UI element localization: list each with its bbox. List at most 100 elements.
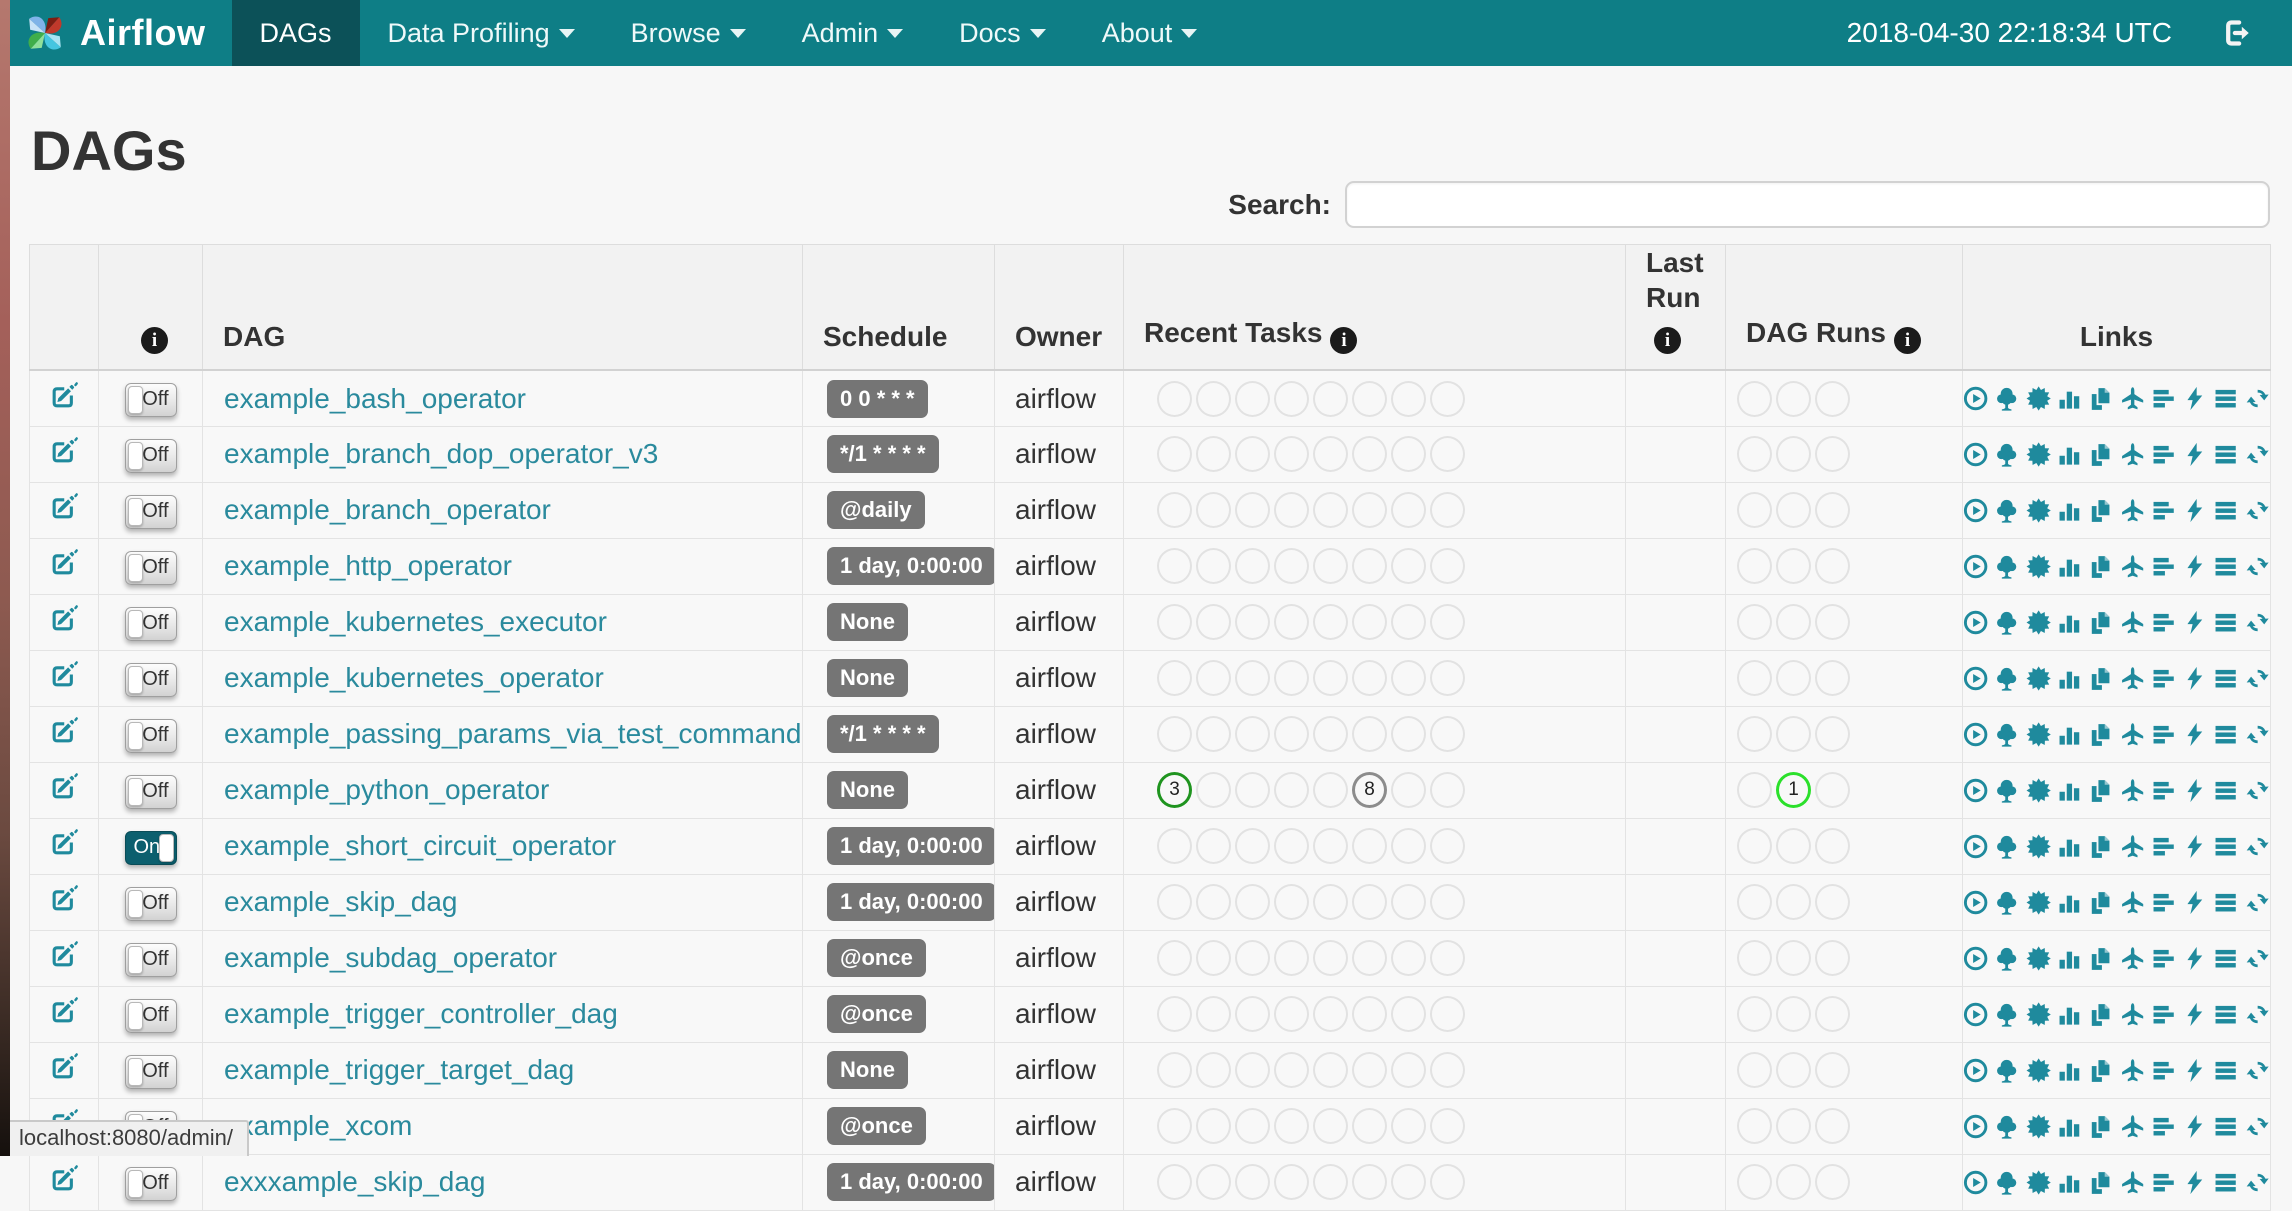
logs-icon[interactable]: [2213, 1169, 2238, 1196]
refresh-icon[interactable]: [2245, 553, 2270, 580]
info-icon[interactable]: i: [141, 327, 168, 355]
tree-view-icon[interactable]: [1994, 441, 2019, 468]
trigger-dag-icon[interactable]: [1963, 721, 1989, 748]
task-duration-icon[interactable]: [2057, 1001, 2082, 1028]
landing-times-icon[interactable]: [2120, 777, 2145, 804]
trigger-dag-icon[interactable]: [1963, 665, 1989, 692]
task-duration-icon[interactable]: [2057, 1113, 2082, 1140]
refresh-icon[interactable]: [2245, 1001, 2270, 1028]
graph-view-icon[interactable]: [2026, 889, 2051, 916]
task-tries-icon[interactable]: [2088, 1113, 2113, 1140]
code-view-icon[interactable]: [2182, 945, 2207, 972]
gantt-icon[interactable]: [2151, 833, 2176, 860]
landing-times-icon[interactable]: [2120, 553, 2145, 580]
gantt-icon[interactable]: [2151, 1113, 2176, 1140]
task-tries-icon[interactable]: [2088, 553, 2113, 580]
tree-view-icon[interactable]: [1994, 665, 2019, 692]
landing-times-icon[interactable]: [2120, 1001, 2145, 1028]
refresh-icon[interactable]: [2245, 721, 2270, 748]
task-tries-icon[interactable]: [2088, 945, 2113, 972]
graph-view-icon[interactable]: [2026, 497, 2051, 524]
dag-name-link[interactable]: exxxample_skip_dag: [204, 1166, 486, 1198]
graph-view-icon[interactable]: [2026, 441, 2051, 468]
landing-times-icon[interactable]: [2120, 945, 2145, 972]
edit-dag-icon[interactable]: [49, 435, 80, 466]
nav-item-about[interactable]: About: [1074, 0, 1226, 66]
landing-times-icon[interactable]: [2120, 889, 2145, 916]
logs-icon[interactable]: [2213, 609, 2238, 636]
trigger-dag-icon[interactable]: [1963, 1169, 1989, 1196]
task-tries-icon[interactable]: [2088, 1001, 2113, 1028]
logs-icon[interactable]: [2213, 441, 2238, 468]
logs-icon[interactable]: [2213, 665, 2238, 692]
logs-icon[interactable]: [2213, 889, 2238, 916]
code-view-icon[interactable]: [2182, 721, 2207, 748]
edit-dag-icon[interactable]: [49, 883, 80, 914]
refresh-icon[interactable]: [2245, 665, 2270, 692]
logs-icon[interactable]: [2213, 1113, 2238, 1140]
task-tries-icon[interactable]: [2088, 777, 2113, 804]
task-tries-icon[interactable]: [2088, 441, 2113, 468]
task-duration-icon[interactable]: [2057, 385, 2082, 412]
gantt-icon[interactable]: [2151, 721, 2176, 748]
task-tries-icon[interactable]: [2088, 497, 2113, 524]
task-tries-icon[interactable]: [2088, 889, 2113, 916]
logout-icon[interactable]: [2220, 16, 2254, 50]
dag-name-link[interactable]: example_short_circuit_operator: [204, 830, 616, 862]
task-tries-icon[interactable]: [2088, 609, 2113, 636]
dag-name-link[interactable]: example_trigger_target_dag: [204, 1054, 574, 1086]
gantt-icon[interactable]: [2151, 665, 2176, 692]
task-duration-icon[interactable]: [2057, 441, 2082, 468]
dag-name-link[interactable]: example_trigger_controller_dag: [204, 998, 618, 1030]
tree-view-icon[interactable]: [1994, 945, 2019, 972]
tree-view-icon[interactable]: [1994, 1001, 2019, 1028]
gantt-icon[interactable]: [2151, 945, 2176, 972]
graph-view-icon[interactable]: [2026, 721, 2051, 748]
task-tries-icon[interactable]: [2088, 665, 2113, 692]
dag-toggle-off[interactable]: Off: [124, 998, 177, 1033]
tree-view-icon[interactable]: [1994, 833, 2019, 860]
dag-name-link[interactable]: example_branch_dop_operator_v3: [204, 438, 658, 470]
graph-view-icon[interactable]: [2026, 609, 2051, 636]
code-view-icon[interactable]: [2182, 777, 2207, 804]
trigger-dag-icon[interactable]: [1963, 609, 1989, 636]
task-duration-icon[interactable]: [2057, 553, 2082, 580]
gantt-icon[interactable]: [2151, 553, 2176, 580]
code-view-icon[interactable]: [2182, 441, 2207, 468]
edit-dag-icon[interactable]: [49, 827, 80, 858]
task-duration-icon[interactable]: [2057, 497, 2082, 524]
dag-name-link[interactable]: example_http_operator: [204, 550, 512, 582]
edit-dag-icon[interactable]: [49, 491, 80, 522]
dag-run-circle-count[interactable]: 1: [1776, 772, 1811, 809]
trigger-dag-icon[interactable]: [1963, 553, 1989, 580]
logs-icon[interactable]: [2213, 1001, 2238, 1028]
edit-dag-icon[interactable]: [49, 659, 80, 690]
refresh-icon[interactable]: [2245, 441, 2270, 468]
dag-toggle-on[interactable]: On: [124, 830, 177, 865]
refresh-icon[interactable]: [2245, 497, 2270, 524]
airflow-brand[interactable]: Airflow: [10, 0, 232, 66]
dag-name-link[interactable]: example_kubernetes_executor: [204, 606, 607, 638]
dag-toggle-off[interactable]: Off: [124, 774, 177, 809]
graph-view-icon[interactable]: [2026, 385, 2051, 412]
tree-view-icon[interactable]: [1994, 721, 2019, 748]
code-view-icon[interactable]: [2182, 1113, 2207, 1140]
trigger-dag-icon[interactable]: [1963, 385, 1989, 412]
landing-times-icon[interactable]: [2120, 441, 2145, 468]
gantt-icon[interactable]: [2151, 1057, 2176, 1084]
gantt-icon[interactable]: [2151, 777, 2176, 804]
edit-dag-icon[interactable]: [49, 1051, 80, 1082]
code-view-icon[interactable]: [2182, 497, 2207, 524]
edit-dag-icon[interactable]: [49, 1163, 80, 1194]
trigger-dag-icon[interactable]: [1963, 441, 1989, 468]
dag-name-link[interactable]: example_subdag_operator: [204, 942, 557, 974]
tree-view-icon[interactable]: [1994, 553, 2019, 580]
task-duration-icon[interactable]: [2057, 721, 2082, 748]
nav-item-browse[interactable]: Browse: [603, 0, 774, 66]
gantt-icon[interactable]: [2151, 609, 2176, 636]
trigger-dag-icon[interactable]: [1963, 1113, 1989, 1140]
edit-dag-icon[interactable]: [49, 715, 80, 746]
refresh-icon[interactable]: [2245, 1113, 2270, 1140]
landing-times-icon[interactable]: [2120, 609, 2145, 636]
graph-view-icon[interactable]: [2026, 1113, 2051, 1140]
